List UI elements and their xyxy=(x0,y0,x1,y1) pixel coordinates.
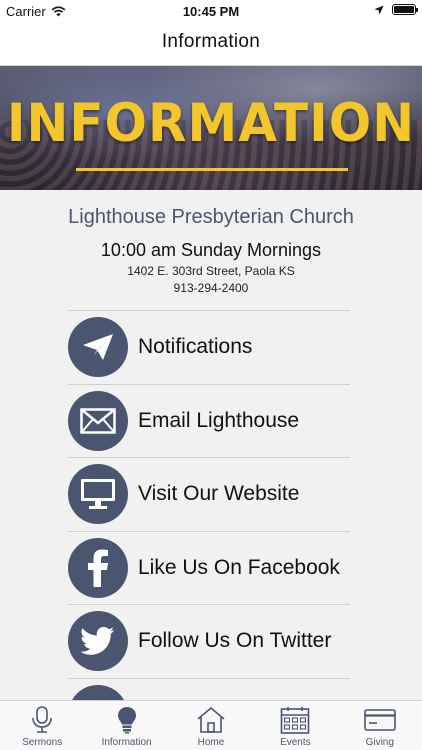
monitor-icon xyxy=(68,464,128,524)
status-bar: Carrier 10:45 PM xyxy=(0,0,422,22)
menu-item-label: Like Us On Facebook xyxy=(138,556,340,579)
navigation-bar: Information xyxy=(0,22,422,66)
tab-label: Information xyxy=(101,737,152,748)
envelope-icon xyxy=(68,391,128,451)
tab-label: Events xyxy=(280,737,311,748)
menu-item-facebook[interactable]: Like Us On Facebook xyxy=(68,531,350,604)
menu-item-website[interactable]: Visit Our Website xyxy=(68,457,350,530)
info-menu-list: Notifications Email Lighthouse Visit Our… xyxy=(0,310,422,700)
paper-plane-icon xyxy=(68,317,128,377)
menu-item-label: Notifications xyxy=(138,335,253,358)
tab-label: Giving xyxy=(365,737,394,748)
tab-information[interactable]: Information xyxy=(84,701,168,750)
menu-item-label: Email Lighthouse xyxy=(138,409,300,432)
hero-title: INFORMATION xyxy=(6,92,416,154)
facebook-icon xyxy=(68,538,128,598)
chat-bubble-icon xyxy=(68,685,128,700)
lightbulb-icon xyxy=(117,705,137,735)
menu-item-label: Follow Us On Twitter xyxy=(138,629,332,652)
tab-label: Sermons xyxy=(22,737,63,748)
menu-item-twitter[interactable]: Follow Us On Twitter xyxy=(68,604,350,677)
location-arrow-icon xyxy=(374,5,384,14)
house-icon xyxy=(196,705,226,735)
menu-item-partial[interactable] xyxy=(68,678,350,700)
tab-giving[interactable]: Giving xyxy=(338,701,422,750)
menu-item-email[interactable]: Email Lighthouse xyxy=(68,384,350,457)
hero-underline xyxy=(76,168,348,171)
twitter-icon xyxy=(68,611,128,671)
status-right xyxy=(374,4,418,15)
tab-label: Home xyxy=(197,737,225,748)
hero-banner: INFORMATION xyxy=(0,66,422,190)
tab-sermons[interactable]: Sermons xyxy=(0,701,84,750)
microphone-icon xyxy=(31,705,53,735)
page-title: Information xyxy=(161,31,261,52)
church-address: 1402 E. 303rd Street, Paola KS xyxy=(127,264,295,278)
church-phone[interactable]: 913-294-2400 xyxy=(0,281,422,295)
menu-item-notifications[interactable]: Notifications xyxy=(68,310,350,383)
status-time: 10:45 PM xyxy=(182,4,240,19)
church-name: Lighthouse Presbyterian Church xyxy=(68,206,354,228)
tab-home[interactable]: Home xyxy=(169,701,253,750)
tab-events[interactable]: Events xyxy=(253,701,337,750)
service-time: 10:00 am Sunday Mornings xyxy=(100,240,322,260)
menu-item-label: Visit Our Website xyxy=(138,482,300,505)
calendar-icon xyxy=(280,705,310,735)
tab-bar: Sermons Information Home Events Giving xyxy=(0,700,422,750)
battery-icon xyxy=(392,4,418,15)
credit-card-icon xyxy=(363,705,396,735)
